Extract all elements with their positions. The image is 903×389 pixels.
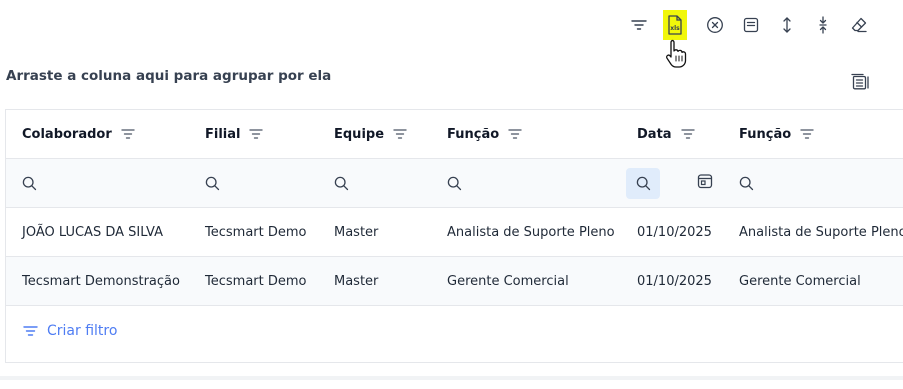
notes-button[interactable] <box>739 10 763 40</box>
cell-funcao: Analista de Suporte Pleno <box>447 224 615 240</box>
cell-funcao-2: Gerente Comercial <box>739 273 861 289</box>
grid-toolbar: xls <box>0 10 903 40</box>
column-chooser-button[interactable] <box>849 70 871 92</box>
group-panel-hint: Arraste a coluna aqui para agrupar por e… <box>6 68 332 84</box>
divider <box>0 376 903 380</box>
header-colaborador[interactable]: Colaborador <box>22 110 135 158</box>
cell-filial: Tecsmart Demo <box>205 273 307 289</box>
table-row[interactable]: Tecsmart Demonstração Tecsmart Demo Mast… <box>6 257 903 306</box>
column-filter-icon[interactable] <box>249 128 264 140</box>
create-filter-button[interactable]: Criar filtro <box>23 323 117 339</box>
search-icon <box>205 176 220 190</box>
filter-icon <box>23 326 38 336</box>
cell-funcao-2: Analista de Suporte Pleno <box>739 224 903 240</box>
filter-funcao-2[interactable] <box>739 159 754 207</box>
cell-filial: Tecsmart Demo <box>205 224 307 240</box>
cell-colaborador: Tecsmart Demonstração <box>22 273 180 289</box>
filter-data-search-button[interactable] <box>626 168 660 199</box>
column-filter-icon[interactable] <box>121 128 135 140</box>
cell-equipe: Master <box>334 273 379 289</box>
column-filter-icon[interactable] <box>508 128 522 140</box>
search-icon <box>739 176 754 190</box>
column-filter-icon[interactable] <box>680 128 695 140</box>
header-equipe[interactable]: Equipe <box>334 110 407 158</box>
export-xls-button[interactable]: xls <box>663 10 687 40</box>
filter-equipe[interactable] <box>334 159 349 207</box>
cell-data: 01/10/2025 <box>637 224 712 240</box>
column-filter-icon[interactable] <box>800 128 814 140</box>
xls-export-icon: xls <box>668 15 682 35</box>
search-icon <box>334 176 349 190</box>
clear-icon <box>707 17 723 33</box>
search-icon <box>447 176 462 190</box>
header-filial[interactable]: Filial <box>205 110 264 158</box>
filter-filial[interactable] <box>205 159 220 207</box>
expand-rows-button[interactable] <box>775 10 799 40</box>
filter-row <box>6 159 903 208</box>
cell-funcao: Gerente Comercial <box>447 273 569 289</box>
notes-icon <box>743 17 759 33</box>
cell-data: 01/10/2025 <box>637 273 712 289</box>
collapse-rows-icon <box>819 16 827 34</box>
header-funcao-2[interactable]: Função <box>739 110 814 158</box>
create-filter-label: Criar filtro <box>47 323 118 339</box>
header-data[interactable]: Data <box>637 110 695 158</box>
search-icon <box>22 176 37 190</box>
filter-funcao[interactable] <box>447 159 462 207</box>
eraser-icon <box>851 17 867 33</box>
data-grid: Colaborador Filial Equipe Função Data Fu… <box>5 109 903 363</box>
grid-header-row: Colaborador Filial Equipe Função Data Fu… <box>6 110 903 159</box>
search-icon <box>636 176 650 191</box>
filter-toggle-button[interactable] <box>627 10 651 40</box>
table-row[interactable]: JOÃO LUCAS DA SILVA Tecsmart Demo Master… <box>6 208 903 257</box>
eraser-button[interactable] <box>847 10 871 40</box>
hand-cursor-icon <box>666 39 687 68</box>
header-funcao[interactable]: Função <box>447 110 522 158</box>
calendar-icon[interactable] <box>697 173 713 189</box>
clear-button[interactable] <box>703 10 727 40</box>
expand-rows-icon <box>783 17 791 33</box>
xls-label: xls <box>670 25 680 32</box>
cell-colaborador: JOÃO LUCAS DA SILVA <box>22 224 163 240</box>
column-chooser-icon <box>851 73 869 89</box>
cell-equipe: Master <box>334 224 379 240</box>
filter-icon <box>631 20 647 30</box>
column-filter-icon[interactable] <box>393 128 407 140</box>
collapse-rows-button[interactable] <box>811 10 835 40</box>
filter-colaborador[interactable] <box>22 159 37 207</box>
